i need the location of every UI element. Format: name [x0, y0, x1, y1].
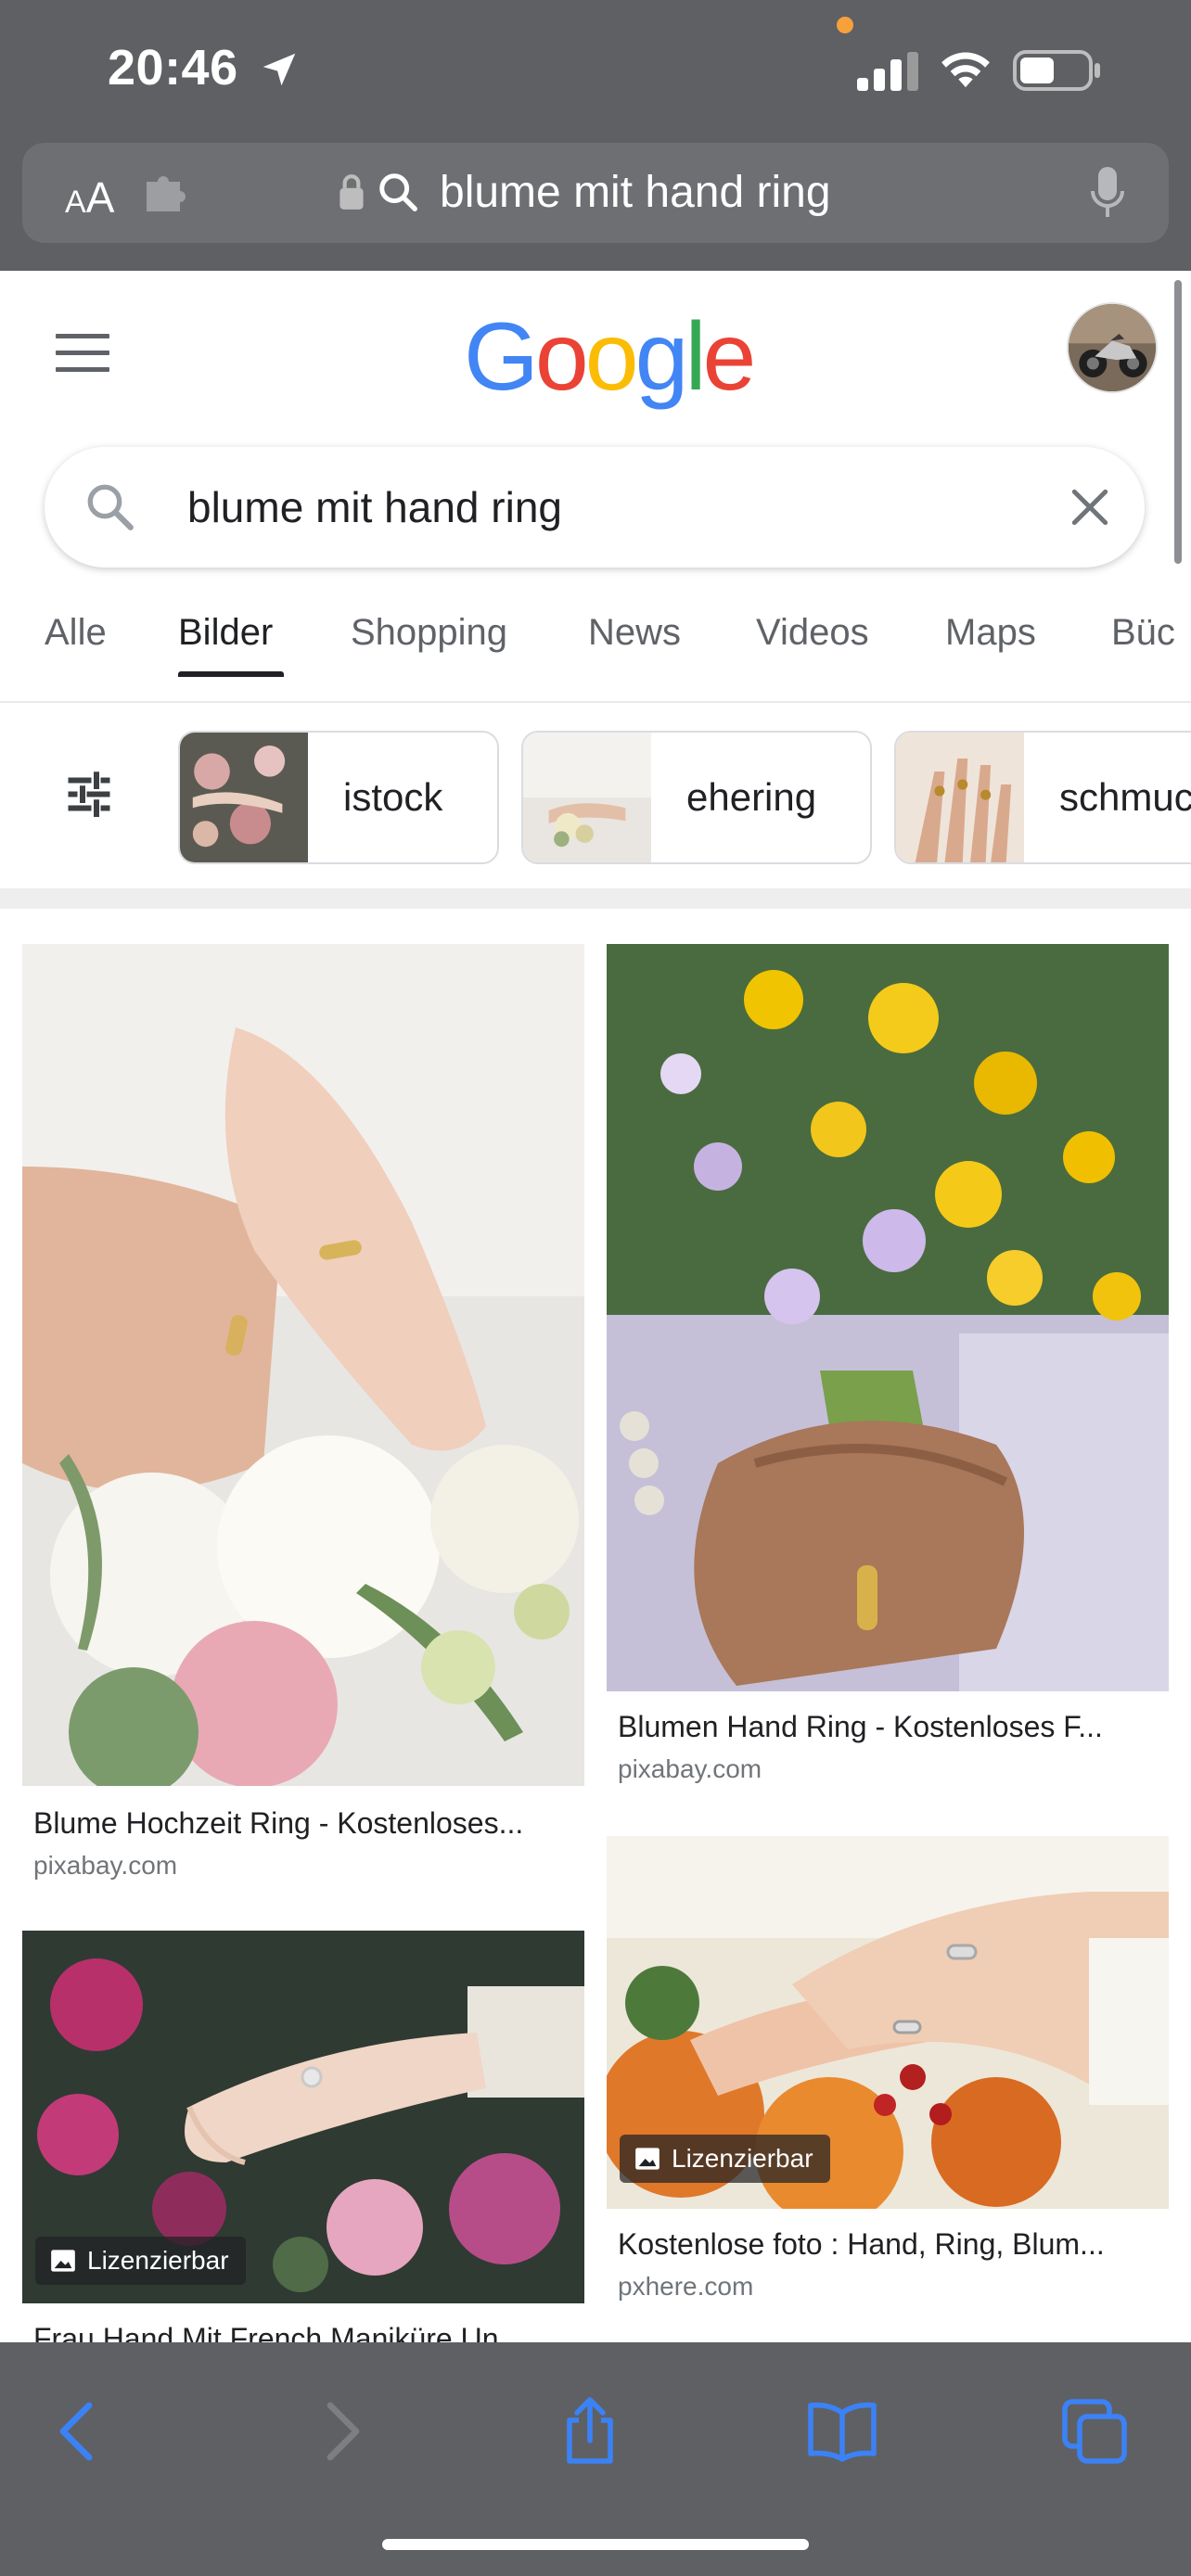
location-arrow-icon [263, 53, 296, 86]
clear-search-icon[interactable] [1067, 484, 1113, 530]
license-badge-text: Lizenzierbar [672, 2144, 813, 2173]
image-result[interactable]: Lizenzierbar Kostenlose foto : Hand, Rin… [607, 1836, 1169, 2318]
result-title[interactable]: Blumen Hand Ring - Kostenloses F... [618, 1710, 1103, 1744]
hamburger-menu-icon[interactable] [56, 334, 109, 375]
result-source[interactable]: pixabay.com [618, 1754, 762, 1784]
lock-icon [339, 174, 364, 210]
chip-thumbnail [523, 733, 651, 862]
tab-shopping[interactable]: Shopping [351, 612, 507, 654]
chip-label: istock [343, 775, 443, 819]
result-title[interactable]: Blume Hochzeit Ring - Kostenloses... [33, 1806, 523, 1841]
tab-images[interactable]: Bilder [178, 612, 273, 654]
image-result[interactable]: Blume Hochzeit Ring - Kostenloses... pix… [22, 944, 584, 1886]
status-bar: 20:46 [0, 0, 1191, 139]
wifi-icon [941, 52, 990, 88]
chip-istock[interactable]: istock [178, 731, 499, 864]
tab-maps[interactable]: Maps [945, 612, 1036, 654]
tab-all[interactable]: Alle [45, 612, 107, 654]
safari-top-chrome: 20:46 AA blume mit hand ring [0, 0, 1191, 271]
active-tab-underline [178, 671, 284, 677]
chip-thumbnail [896, 733, 1024, 862]
extension-icon[interactable] [143, 174, 191, 211]
chip-label: ehering [686, 775, 817, 819]
home-indicator [382, 2539, 809, 2550]
tab-news[interactable]: News [588, 612, 681, 654]
image-result[interactable]: Blumen Hand Ring - Kostenloses F... pixa… [607, 944, 1169, 1790]
result-image[interactable] [607, 944, 1169, 1691]
battery-icon [1013, 50, 1100, 91]
signal-icon [857, 52, 918, 91]
scroll-indicator [1174, 280, 1182, 564]
license-badge: Lizenzierbar [620, 2135, 830, 2183]
image-icon [635, 2148, 660, 2170]
back-icon[interactable] [43, 2394, 117, 2468]
result-image[interactable] [22, 944, 584, 1786]
tabs-divider [0, 701, 1191, 703]
tune-filter-icon[interactable] [61, 766, 117, 822]
result-source[interactable]: pxhere.com [618, 2272, 753, 2302]
license-badge-text: Lizenzierbar [87, 2246, 229, 2275]
search-icon[interactable] [83, 480, 137, 534]
share-icon[interactable] [553, 2394, 627, 2468]
section-separator [0, 888, 1191, 909]
result-title[interactable]: Kostenlose foto : Hand, Ring, Blum... [618, 2227, 1105, 2262]
safari-bottom-toolbar [0, 2342, 1191, 2576]
chip-thumbnail [180, 733, 308, 862]
chip-schmuck[interactable]: schmuc [894, 731, 1191, 864]
tab-videos[interactable]: Videos [756, 612, 869, 654]
google-logo[interactable]: Google [464, 302, 756, 413]
image-icon [51, 2250, 75, 2272]
filter-chips-row: istock ehering schmuc [0, 705, 1191, 890]
result-source[interactable]: pixabay.com [33, 1851, 177, 1881]
image-result[interactable]: Lizenzierbar Frau Hand Mit French Manikü… [22, 1931, 584, 2355]
status-time: 20:46 [108, 40, 238, 96]
google-search-box[interactable]: blume mit hand ring [45, 447, 1145, 567]
chip-label: schmuc [1059, 775, 1191, 819]
url-bar[interactable]: AA blume mit hand ring [22, 143, 1169, 243]
tabs-icon[interactable] [1057, 2394, 1132, 2468]
url-text[interactable]: blume mit hand ring [440, 167, 831, 218]
forward-icon[interactable] [302, 2394, 377, 2468]
bookmarks-icon[interactable] [805, 2394, 879, 2468]
chip-ehering[interactable]: ehering [521, 731, 872, 864]
tab-books[interactable]: Büc [1111, 612, 1175, 654]
search-icon [379, 173, 417, 211]
privacy-indicator-dot [837, 17, 853, 33]
license-badge: Lizenzierbar [35, 2237, 246, 2285]
reader-options-button[interactable]: AA [65, 172, 114, 223]
search-query-text[interactable]: blume mit hand ring [187, 482, 562, 532]
account-avatar[interactable] [1067, 302, 1158, 393]
microphone-icon[interactable] [1089, 165, 1126, 221]
